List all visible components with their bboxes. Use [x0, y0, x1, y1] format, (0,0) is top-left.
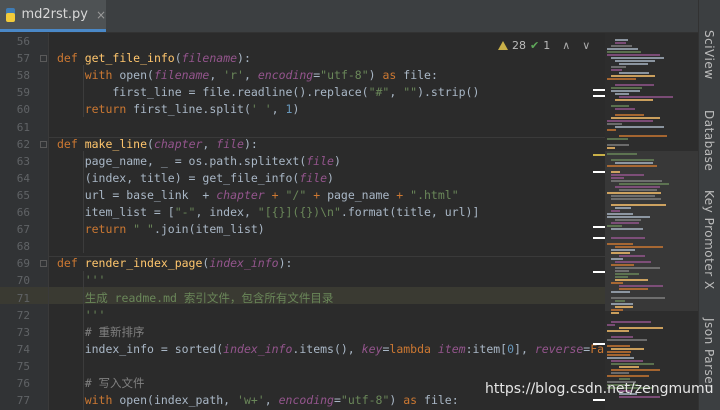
tab-md2rst-py[interactable]: md2rst.py ×	[0, 0, 106, 32]
code-minimap[interactable]	[605, 33, 698, 410]
line-number: 63	[16, 154, 30, 168]
method-separator	[49, 256, 605, 258]
code-line[interactable]: def render_index_page(index_info):	[57, 255, 292, 272]
line-number: 72	[16, 308, 30, 322]
code-line[interactable]: def make_line(chapter, file):	[57, 136, 258, 153]
python-file-icon	[6, 7, 16, 22]
code-line[interactable]: # 写入文件	[57, 375, 145, 392]
code-line[interactable]: page_name, _ = os.path.splitext(file)	[57, 153, 341, 170]
inspection-widget[interactable]: 28 ✔ 1 ∧ ∨	[498, 37, 594, 53]
line-number: 75	[16, 359, 30, 373]
line-number: 65	[16, 188, 30, 202]
code-line[interactable]: '''	[57, 307, 106, 324]
line-number: 70	[16, 274, 30, 288]
warning-count: 28	[512, 38, 526, 52]
line-number: 57	[16, 52, 30, 66]
watermark-url: https://blog.csdn.net/zengmumu	[485, 381, 714, 397]
line-number: 68	[16, 240, 30, 254]
line-number-gutter: 56 57 58 59 60 61 62 63 64 65 66 67 68 69 70 71 72 73 74 75…	[0, 33, 49, 410]
code-line[interactable]: '''	[57, 272, 106, 289]
tab-filename: md2rst.py	[21, 7, 88, 22]
line-number: 60	[16, 103, 30, 117]
previous-highlight-icon[interactable]: ∧	[562, 39, 570, 52]
error-stripe[interactable]	[593, 33, 605, 410]
line-number: 64	[16, 171, 30, 185]
code-line[interactable]: (index, title) = get_file_info(file)	[57, 170, 334, 187]
code-line[interactable]: with open(index_path, 'w+', encoding="ut…	[57, 392, 459, 409]
fold-marker-icon[interactable]	[40, 260, 47, 268]
code-line[interactable]: def get_file_info(filename):	[57, 50, 251, 67]
fold-marker-icon[interactable]	[40, 140, 47, 148]
code-line[interactable]: 生成 readme.md 索引文件，包含所有文件目录	[57, 290, 334, 307]
code-line[interactable]: return " ".join(item_list)	[57, 221, 265, 238]
line-number: 69	[16, 257, 30, 271]
next-highlight-icon[interactable]: ∨	[582, 39, 590, 52]
code-line[interactable]: index_info = sorted(index_info.items(), …	[57, 341, 632, 358]
line-number: 73	[16, 325, 30, 339]
code-line[interactable]: # 重新排序	[57, 324, 145, 341]
line-number: 67	[16, 223, 30, 237]
code-line[interactable]: url = base_link + chapter + "/" + page_n…	[57, 187, 459, 204]
code-line[interactable]: first_line = file.readline().replace("#"…	[57, 84, 479, 101]
tool-sciview[interactable]: SciView	[702, 30, 716, 80]
line-number: 62	[16, 137, 30, 151]
editor-tab-bar: md2rst.py ×	[0, 0, 698, 33]
close-tab-icon[interactable]: ×	[96, 8, 106, 22]
code-editor[interactable]: def get_file_info(filename): with open(f…	[49, 33, 720, 410]
method-separator	[49, 136, 605, 138]
code-line[interactable]: item_list = ["-", index, "[{}]({})\n".fo…	[57, 204, 480, 221]
right-tool-strip: SciView Database Key Promoter X Json Par…	[698, 0, 720, 410]
line-number: 77	[16, 394, 30, 408]
fold-marker-icon[interactable]	[40, 55, 47, 63]
tool-json-parser[interactable]: Json Parser	[702, 318, 716, 390]
tool-key-promoter-x[interactable]: Key Promoter X	[702, 190, 716, 290]
line-number: 71	[16, 291, 30, 305]
line-number: 58	[16, 69, 30, 83]
warning-icon	[498, 40, 508, 50]
ok-count: 1	[543, 38, 551, 52]
line-number: 76	[16, 377, 30, 390]
line-number: 61	[16, 120, 30, 134]
code-line[interactable]: return first_line.split(' ', 1)	[57, 101, 300, 118]
line-number: 59	[16, 86, 30, 100]
check-icon: ✔	[530, 38, 540, 52]
tool-database[interactable]: Database	[702, 110, 716, 171]
line-number: 74	[16, 342, 30, 356]
line-number: 66	[16, 206, 30, 219]
code-line[interactable]: with open(filename, 'r', encoding="utf-8…	[57, 67, 438, 84]
line-number: 56	[16, 35, 30, 48]
